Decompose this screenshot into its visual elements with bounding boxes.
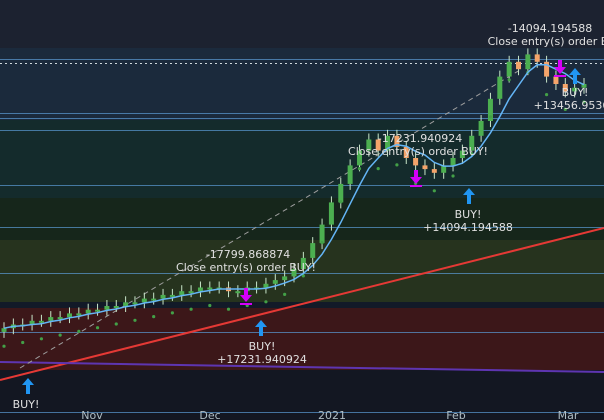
candle	[338, 183, 344, 203]
candle	[1, 328, 7, 332]
indicator-dot	[395, 163, 399, 167]
indicator-dot	[39, 337, 44, 341]
x-axis-label: Dec	[199, 409, 220, 420]
candle	[141, 298, 147, 303]
close-label: Close entry(s) order BUY!	[176, 261, 316, 274]
close-arrow-icon-bar	[240, 303, 252, 305]
indicator-dot	[339, 200, 343, 204]
indicator-dot	[208, 303, 212, 308]
buy-label: BUY!	[249, 340, 276, 353]
candle	[282, 276, 288, 281]
indicator-dot	[432, 189, 436, 193]
indicator-dot	[488, 115, 493, 119]
indicator-dot	[376, 167, 380, 171]
candle	[263, 283, 269, 288]
candle	[197, 287, 203, 292]
indicator-dot	[21, 340, 25, 345]
candle	[516, 61, 522, 70]
candle	[544, 61, 550, 77]
buy-label: BUY!	[562, 86, 589, 99]
price-band	[0, 198, 604, 240]
indicator-dot	[357, 167, 362, 171]
close-arrow-icon-bar	[554, 75, 566, 77]
candle	[48, 317, 54, 321]
indicator-dot	[451, 174, 455, 178]
candle	[160, 294, 166, 299]
indicator-dot	[189, 307, 193, 311]
candle	[188, 291, 194, 294]
x-axis-label: Feb	[446, 409, 465, 420]
close-value: -17799.868874	[206, 248, 290, 261]
candle	[207, 287, 213, 290]
candle	[85, 309, 91, 314]
indicator-dot	[544, 93, 549, 97]
candle	[310, 243, 316, 258]
candle	[104, 306, 110, 310]
indicator-dot	[58, 333, 62, 337]
candle	[319, 224, 325, 244]
candle	[272, 280, 278, 284]
candle	[553, 76, 559, 84]
buy-value: +13456.95369	[534, 99, 604, 112]
candle	[76, 313, 82, 316]
indicator-dot	[95, 326, 100, 330]
indicator-dot	[507, 78, 511, 82]
candle	[431, 169, 437, 173]
close-arrow-icon-bar	[410, 185, 422, 187]
indicator-dot	[133, 318, 137, 322]
indicator-dot	[320, 241, 324, 245]
candle	[151, 298, 157, 301]
candle	[328, 202, 334, 225]
candle	[123, 302, 129, 306]
buy-value: +17231.940924	[217, 353, 307, 366]
candle	[235, 291, 241, 294]
close-label: Close entry(s) order BUY!	[348, 145, 488, 158]
close-value: -14094.194588	[508, 22, 592, 35]
candle	[38, 320, 44, 323]
candle	[534, 54, 540, 62]
indicator-dot	[226, 307, 231, 311]
candle	[95, 309, 101, 312]
buy-label: BUY!	[13, 398, 40, 411]
candle	[113, 306, 119, 308]
buy-label: BUY!	[455, 208, 482, 221]
price-band	[0, 48, 604, 120]
candle	[413, 158, 419, 166]
indicator-dot	[264, 300, 268, 304]
candle	[347, 165, 353, 184]
x-axis-label: Nov	[81, 409, 103, 420]
x-axis-label: Mar	[558, 409, 579, 420]
candle	[422, 165, 428, 170]
x-axis-label: 2021	[318, 409, 346, 420]
indicator-dot	[77, 329, 81, 333]
candle	[506, 61, 512, 77]
chart-canvas[interactable]: BUY!BUY!+17231.940924-17799.868874Close …	[0, 0, 604, 420]
indicator-dot	[2, 344, 6, 348]
candle	[57, 317, 63, 320]
indicator-dot	[170, 311, 174, 315]
candle	[497, 76, 503, 99]
candle	[66, 313, 72, 318]
candle	[450, 158, 456, 166]
candle	[132, 302, 138, 305]
candle	[525, 54, 531, 70]
indicator-dot	[283, 292, 287, 296]
price-band	[0, 120, 604, 198]
candle	[179, 291, 185, 295]
candle	[169, 294, 175, 297]
indicator-dot	[152, 315, 156, 319]
close-label: Close entry(s) order B	[488, 35, 604, 48]
indicator-dot	[114, 322, 118, 326]
buy-value: +14094.194588	[423, 221, 513, 234]
close-value: -17231.940924	[378, 132, 462, 145]
strategy-chart[interactable]: BUY! BUY! +17231.940924 -17799.868874 Close …	[0, 0, 604, 420]
candle	[478, 121, 484, 136]
